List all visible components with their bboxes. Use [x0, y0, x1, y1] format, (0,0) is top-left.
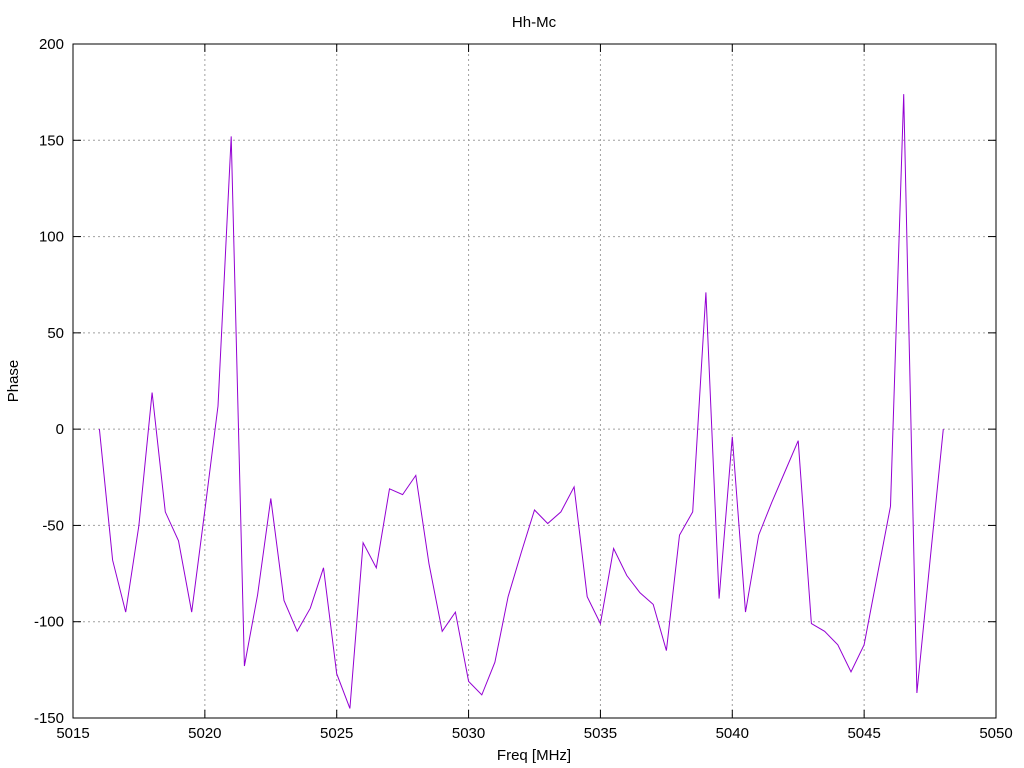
y-tick-label: 100 [39, 229, 64, 246]
x-tick-label: 5020 [188, 725, 221, 742]
x-tick-labels: 5015 5020 5025 5030 5035 5040 5045 5050 [56, 725, 1012, 742]
x-tick-label: 5025 [320, 725, 353, 742]
x-tick-label: 5045 [847, 725, 880, 742]
y-tick-label: -50 [42, 517, 64, 534]
y-tick-label: -100 [34, 614, 64, 631]
x-axis-label: Freq [MHz] [497, 747, 571, 764]
y-tick-label: 0 [56, 421, 64, 438]
phase-chart: Hh-Mc 5015 5020 5025 5030 5035 5040 5045 5050 -… [5, 14, 1013, 764]
x-tick-label: 5035 [584, 725, 617, 742]
x-tick-label: 5015 [56, 725, 89, 742]
y-tick-labels: -150 -100 -50 0 50 100 150 200 [34, 36, 64, 727]
plot-frame [72, 43, 997, 719]
series-group [98, 94, 944, 709]
y-tick-label: 200 [39, 36, 64, 53]
grid-lines [73, 44, 996, 718]
chart-title: Hh-Mc [512, 14, 557, 31]
y-tick-label: -150 [34, 710, 64, 727]
y-tick-label: 50 [47, 325, 64, 342]
axis-ticks [72, 43, 997, 719]
x-tick-label: 5050 [979, 725, 1012, 742]
series-line [98, 94, 944, 709]
y-tick-label: 150 [39, 132, 64, 149]
x-tick-label: 5030 [452, 725, 485, 742]
y-axis-label: Phase [5, 360, 22, 403]
x-tick-label: 5040 [716, 725, 749, 742]
